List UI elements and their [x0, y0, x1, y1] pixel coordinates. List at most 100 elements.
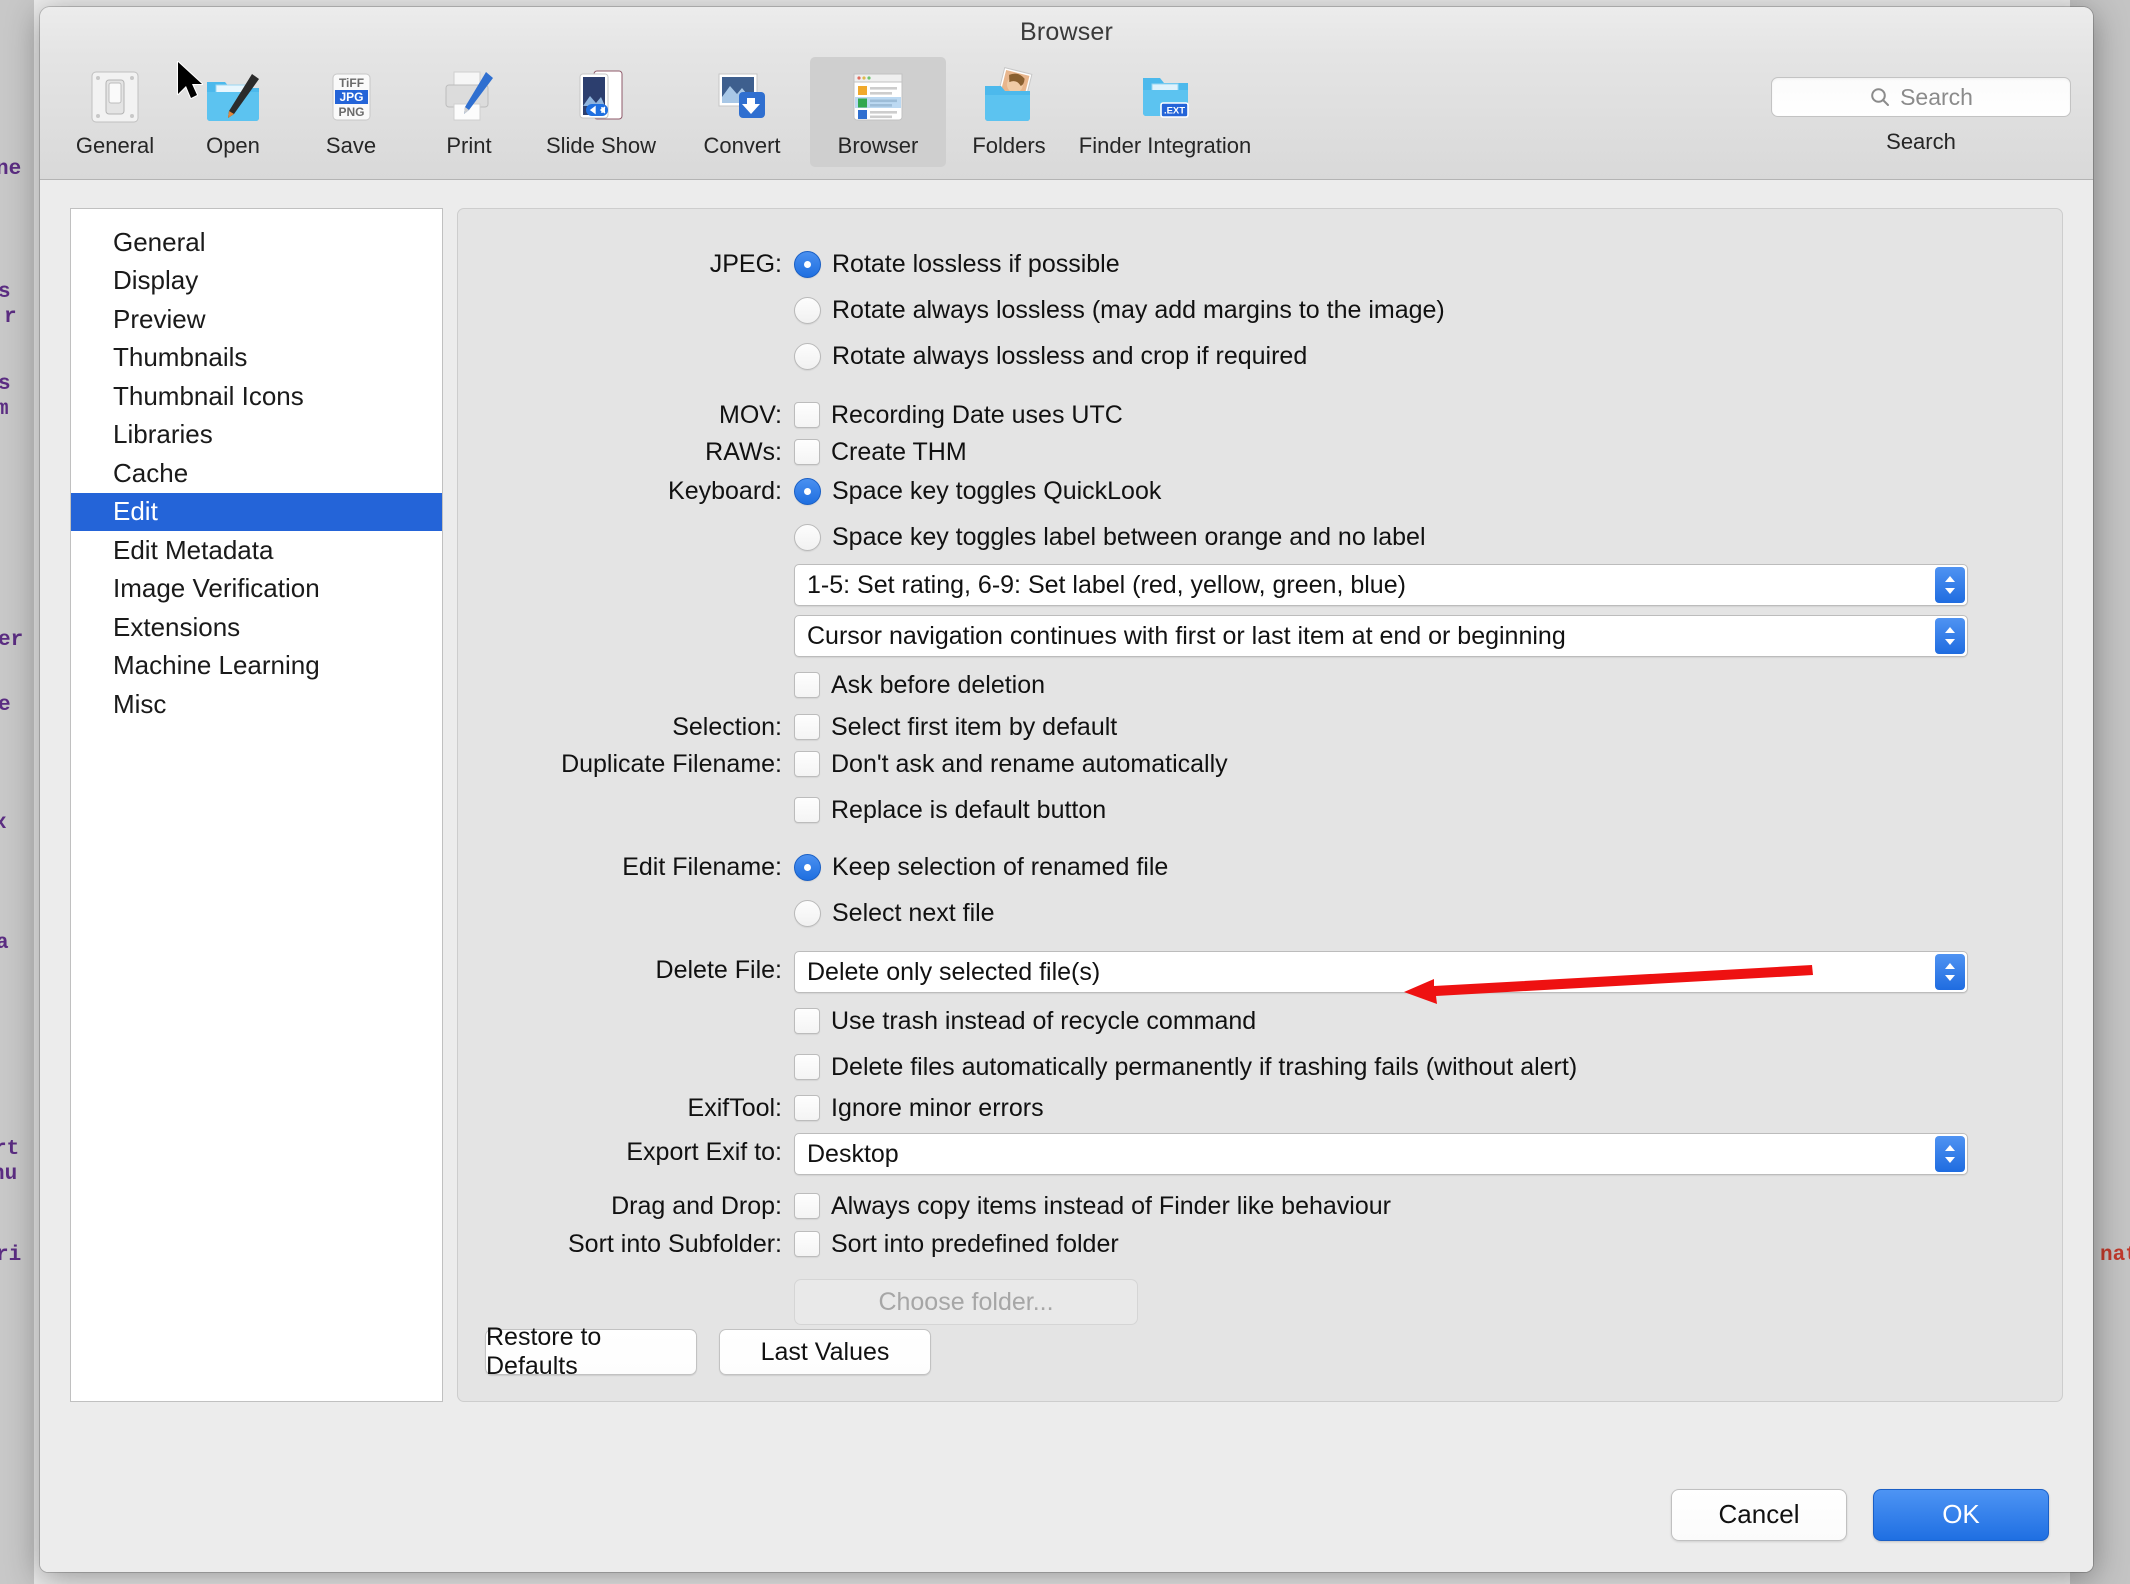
- checkbox-indicator[interactable]: [794, 402, 820, 428]
- sidebar-item-edit-metadata[interactable]: Edit Metadata: [71, 531, 442, 570]
- sidebar-item-image-verification[interactable]: Image Verification: [71, 570, 442, 609]
- svg-text:TiFF: TiFF: [339, 76, 364, 90]
- radio-indicator[interactable]: [794, 853, 821, 881]
- select-delete-file-mode[interactable]: Delete only selected file(s): [794, 951, 1968, 993]
- checkbox-indicator[interactable]: [794, 1095, 820, 1121]
- toolbar-item-finder-integration[interactable]: .EXT Finder Integration: [1072, 57, 1258, 167]
- last-values-button[interactable]: Last Values: [719, 1329, 931, 1375]
- checkbox-replace-is-default-button[interactable]: Replace is default button: [794, 787, 1968, 833]
- option-label: Keep selection of renamed file: [832, 852, 1169, 881]
- toolbar-item-convert[interactable]: Convert: [674, 57, 810, 167]
- option-label: Don't ask and rename automatically: [831, 749, 1228, 778]
- checkbox-indicator[interactable]: [794, 1193, 820, 1219]
- ok-button[interactable]: OK: [1873, 1488, 2049, 1541]
- option-label: Use trash instead of recycle command: [831, 1006, 1257, 1035]
- sidebar-item-cache[interactable]: Cache: [71, 454, 442, 493]
- sidebar-item-preview[interactable]: Preview: [71, 300, 442, 339]
- folder-photo-icon: [978, 66, 1040, 128]
- row-export-exif: Export Exif to: Desktop: [458, 1129, 2062, 1179]
- option-label: Space key toggles QuickLook: [832, 476, 1162, 505]
- sidebar-item-general[interactable]: General: [71, 223, 442, 262]
- convert-arrow-icon: [711, 66, 773, 128]
- sidebar-item-misc[interactable]: Misc: [71, 685, 442, 724]
- format-list-icon: TiFF JPG PNG: [320, 66, 382, 128]
- stepper-arrows-icon[interactable]: [1935, 1136, 1965, 1172]
- sidebar-item-edit[interactable]: Edit: [71, 492, 442, 531]
- background-text-fragment: nat: [2100, 1244, 2130, 1267]
- search-input[interactable]: Search: [1771, 77, 2071, 117]
- radio-jpeg-rotate-lossless-if-possible[interactable]: Rotate lossless if possible: [794, 241, 1968, 287]
- radio-space-toggles-label[interactable]: Space key toggles label between orange a…: [794, 514, 1968, 560]
- checkbox-indicator[interactable]: [794, 751, 820, 777]
- radio-select-next-file[interactable]: Select next file: [794, 890, 1968, 936]
- checkbox-indicator[interactable]: [794, 797, 820, 823]
- toolbar-label: General: [75, 133, 155, 158]
- toolbar-item-folders[interactable]: Folders: [946, 57, 1072, 167]
- checkbox-indicator[interactable]: [794, 1054, 820, 1080]
- radio-jpeg-rotate-always-lossless[interactable]: Rotate always lossless (may add margins …: [794, 287, 1968, 333]
- background-text-fragment: rt: [0, 1138, 20, 1161]
- checkbox-sort-into-predefined-folder[interactable]: Sort into predefined folder: [794, 1221, 1968, 1267]
- checkbox-indicator[interactable]: [794, 1231, 820, 1257]
- radio-keep-selection-of-renamed-file[interactable]: Keep selection of renamed file: [794, 844, 1968, 890]
- radio-indicator[interactable]: [794, 342, 821, 370]
- option-label: Always copy items instead of Finder like…: [831, 1191, 1391, 1220]
- choose-folder-button[interactable]: Choose folder...: [794, 1279, 1138, 1325]
- radio-space-toggles-quicklook[interactable]: Space key toggles QuickLook: [794, 468, 1968, 514]
- row-sort-into-subfolder: Sort into Subfolder: Sort into predefine…: [458, 1221, 2062, 1325]
- sidebar-item-libraries[interactable]: Libraries: [71, 416, 442, 455]
- label-exiftool: ExifTool:: [687, 1094, 782, 1122]
- checkbox-indicator[interactable]: [794, 714, 820, 740]
- option-label: Ignore minor errors: [831, 1093, 1044, 1122]
- radio-indicator[interactable]: [794, 477, 821, 505]
- stepper-arrows-icon[interactable]: [1935, 618, 1965, 654]
- option-label: Sort into predefined folder: [831, 1229, 1119, 1258]
- restore-to-defaults-button[interactable]: Restore to Defaults: [485, 1323, 697, 1380]
- toolbar-item-slide-show[interactable]: Slide Show: [528, 57, 674, 167]
- checkbox-dont-ask-rename-automatically[interactable]: Don't ask and rename automatically: [794, 741, 1968, 787]
- background-text-fragment: a: [0, 932, 9, 955]
- toolbar-label: Finder Integration: [1078, 133, 1252, 158]
- edit-settings-form: JPEG: Rotate lossless if possible Rotate…: [458, 209, 2062, 1325]
- sidebar-item-machine-learning[interactable]: Machine Learning: [71, 647, 442, 686]
- checkbox-indicator[interactable]: [794, 439, 820, 465]
- cancel-button[interactable]: Cancel: [1671, 1488, 1847, 1541]
- toolbar-item-general[interactable]: General: [56, 57, 174, 167]
- checkbox-indicator[interactable]: [794, 672, 820, 698]
- settings-panel: JPEG: Rotate lossless if possible Rotate…: [457, 208, 2063, 1402]
- radio-indicator[interactable]: [794, 250, 821, 278]
- checkbox-ask-before-deletion[interactable]: Ask before deletion: [794, 662, 1968, 708]
- sidebar-item-thumbnails[interactable]: Thumbnails: [71, 339, 442, 378]
- label-sort-into-subfolder: Sort into Subfolder:: [567, 1230, 782, 1258]
- background-text-fragment: ri: [0, 1244, 22, 1267]
- background-left-gutter: [0, 0, 34, 1584]
- switch-icon: [84, 66, 146, 128]
- window-title: Browser: [1019, 17, 1114, 46]
- select-cursor-navigation[interactable]: Cursor navigation continues with first o…: [794, 615, 1968, 657]
- stepper-arrows-icon[interactable]: [1935, 954, 1965, 990]
- select-number-key-mapping[interactable]: 1-5: Set rating, 6-9: Set label (red, ye…: [794, 564, 1968, 606]
- search-placeholder: Search: [1900, 83, 1973, 110]
- toolbar-search-group: Search Search: [1771, 77, 2071, 155]
- select-export-exif-destination[interactable]: Desktop: [794, 1133, 1968, 1175]
- sidebar-item-thumbnail-icons[interactable]: Thumbnail Icons: [71, 377, 442, 416]
- radio-jpeg-rotate-always-lossless-crop[interactable]: Rotate always lossless and crop if requi…: [794, 333, 1968, 379]
- toolbar-item-save[interactable]: TiFF JPG PNG Save: [292, 57, 410, 167]
- option-label: Recording Date uses UTC: [831, 400, 1123, 429]
- preferences-category-list[interactable]: General Display Preview Thumbnails Thumb…: [70, 208, 443, 1402]
- option-label: Rotate always lossless (may add margins …: [832, 295, 1445, 324]
- radio-indicator[interactable]: [794, 523, 821, 551]
- sidebar-item-extensions[interactable]: Extensions: [71, 608, 442, 647]
- printer-icon: [438, 66, 500, 128]
- label-keyboard: Keyboard:: [668, 477, 782, 505]
- toolbar-item-browser[interactable]: Browser: [810, 57, 946, 167]
- sidebar-item-display[interactable]: Display: [71, 262, 442, 301]
- radio-indicator[interactable]: [794, 899, 821, 927]
- checkbox-ignore-minor-errors[interactable]: Ignore minor errors: [794, 1085, 1968, 1131]
- toolbar-item-print[interactable]: Print: [410, 57, 528, 167]
- checkbox-delete-permanently-if-trashing-fails[interactable]: Delete files automatically permanently i…: [794, 1044, 1968, 1090]
- checkbox-indicator[interactable]: [794, 1008, 820, 1034]
- stepper-arrows-icon[interactable]: [1935, 567, 1965, 603]
- radio-indicator[interactable]: [794, 296, 821, 324]
- checkbox-use-trash-instead-of-recycle[interactable]: Use trash instead of recycle command: [794, 998, 1968, 1044]
